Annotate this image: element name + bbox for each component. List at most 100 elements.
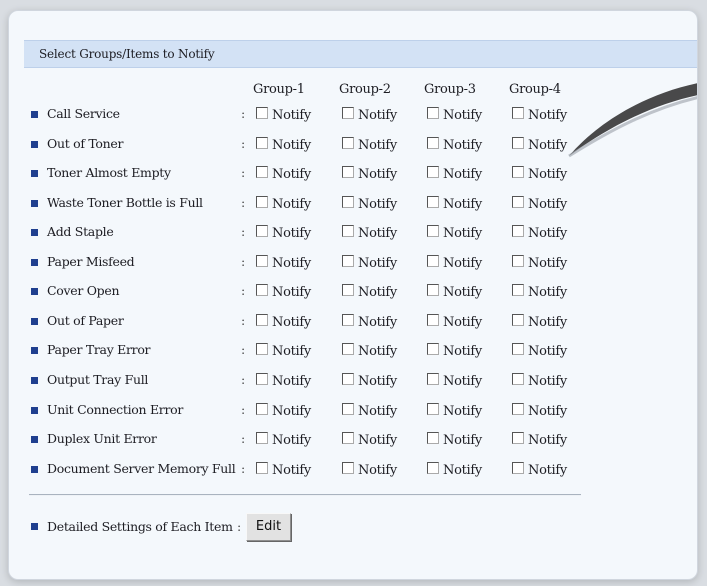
notify-checkbox-group-3[interactable]: Notify [427, 461, 482, 479]
notify-checkbox-group-3[interactable]: Notify [427, 106, 482, 124]
notify-checkbox-group-1[interactable]: Notify [256, 136, 311, 154]
checkbox-unchecked-icon[interactable] [512, 107, 524, 119]
notify-checkbox-group-2[interactable]: Notify [342, 224, 397, 242]
checkbox-unchecked-icon[interactable] [256, 432, 268, 444]
checkbox-unchecked-icon[interactable] [427, 284, 439, 296]
checkbox-unchecked-icon[interactable] [427, 196, 439, 208]
notify-checkbox-group-3[interactable]: Notify [427, 431, 482, 449]
notify-checkbox-group-2[interactable]: Notify [342, 136, 397, 154]
notify-checkbox-group-4[interactable]: Notify [512, 342, 567, 360]
notify-checkbox-group-1[interactable]: Notify [256, 372, 311, 390]
checkbox-unchecked-icon[interactable] [342, 225, 354, 237]
notify-checkbox-group-2[interactable]: Notify [342, 195, 397, 213]
checkbox-unchecked-icon[interactable] [512, 166, 524, 178]
notify-checkbox-group-1[interactable]: Notify [256, 165, 311, 183]
checkbox-unchecked-icon[interactable] [342, 432, 354, 444]
checkbox-unchecked-icon[interactable] [427, 462, 439, 474]
checkbox-unchecked-icon[interactable] [256, 166, 268, 178]
checkbox-unchecked-icon[interactable] [256, 107, 268, 119]
notify-checkbox-group-3[interactable]: Notify [427, 342, 482, 360]
checkbox-unchecked-icon[interactable] [512, 196, 524, 208]
checkbox-unchecked-icon[interactable] [512, 373, 524, 385]
notify-checkbox-group-4[interactable]: Notify [512, 402, 567, 420]
notify-checkbox-group-3[interactable]: Notify [427, 224, 482, 242]
notify-checkbox-group-1[interactable]: Notify [256, 106, 311, 124]
notify-checkbox-group-3[interactable]: Notify [427, 283, 482, 301]
notify-checkbox-group-1[interactable]: Notify [256, 461, 311, 479]
notify-checkbox-group-3[interactable]: Notify [427, 165, 482, 183]
notify-checkbox-group-1[interactable]: Notify [256, 431, 311, 449]
checkbox-unchecked-icon[interactable] [427, 225, 439, 237]
notify-checkbox-group-2[interactable]: Notify [342, 342, 397, 360]
checkbox-unchecked-icon[interactable] [342, 137, 354, 149]
notify-checkbox-group-2[interactable]: Notify [342, 283, 397, 301]
notify-checkbox-group-4[interactable]: Notify [512, 372, 567, 390]
notify-checkbox-group-2[interactable]: Notify [342, 431, 397, 449]
checkbox-unchecked-icon[interactable] [427, 343, 439, 355]
checkbox-unchecked-icon[interactable] [256, 196, 268, 208]
notify-checkbox-group-1[interactable]: Notify [256, 342, 311, 360]
notify-checkbox-group-3[interactable]: Notify [427, 136, 482, 154]
notify-checkbox-group-4[interactable]: Notify [512, 106, 567, 124]
notify-checkbox-group-1[interactable]: Notify [256, 313, 311, 331]
checkbox-unchecked-icon[interactable] [512, 343, 524, 355]
notify-checkbox-group-3[interactable]: Notify [427, 195, 482, 213]
checkbox-unchecked-icon[interactable] [256, 343, 268, 355]
checkbox-unchecked-icon[interactable] [427, 373, 439, 385]
checkbox-unchecked-icon[interactable] [512, 225, 524, 237]
checkbox-unchecked-icon[interactable] [256, 373, 268, 385]
notify-checkbox-group-1[interactable]: Notify [256, 402, 311, 420]
checkbox-unchecked-icon[interactable] [427, 403, 439, 415]
edit-button[interactable]: Edit [246, 513, 291, 541]
notify-checkbox-group-1[interactable]: Notify [256, 195, 311, 213]
notify-checkbox-group-2[interactable]: Notify [342, 106, 397, 124]
notify-checkbox-group-4[interactable]: Notify [512, 165, 567, 183]
checkbox-unchecked-icon[interactable] [427, 166, 439, 178]
notify-checkbox-group-2[interactable]: Notify [342, 254, 397, 272]
checkbox-unchecked-icon[interactable] [256, 462, 268, 474]
checkbox-unchecked-icon[interactable] [427, 432, 439, 444]
checkbox-unchecked-icon[interactable] [512, 284, 524, 296]
checkbox-unchecked-icon[interactable] [342, 462, 354, 474]
checkbox-unchecked-icon[interactable] [512, 462, 524, 474]
notify-checkbox-group-3[interactable]: Notify [427, 402, 482, 420]
checkbox-unchecked-icon[interactable] [512, 403, 524, 415]
notify-checkbox-group-1[interactable]: Notify [256, 224, 311, 242]
checkbox-unchecked-icon[interactable] [256, 137, 268, 149]
checkbox-unchecked-icon[interactable] [342, 166, 354, 178]
notify-checkbox-group-4[interactable]: Notify [512, 195, 567, 213]
notify-checkbox-group-2[interactable]: Notify [342, 313, 397, 331]
checkbox-unchecked-icon[interactable] [256, 314, 268, 326]
notify-checkbox-group-4[interactable]: Notify [512, 283, 567, 301]
checkbox-unchecked-icon[interactable] [342, 314, 354, 326]
notify-checkbox-group-2[interactable]: Notify [342, 461, 397, 479]
checkbox-unchecked-icon[interactable] [342, 343, 354, 355]
notify-checkbox-group-3[interactable]: Notify [427, 372, 482, 390]
notify-checkbox-group-2[interactable]: Notify [342, 165, 397, 183]
checkbox-unchecked-icon[interactable] [512, 314, 524, 326]
checkbox-unchecked-icon[interactable] [342, 107, 354, 119]
checkbox-unchecked-icon[interactable] [427, 314, 439, 326]
notify-checkbox-group-1[interactable]: Notify [256, 283, 311, 301]
checkbox-unchecked-icon[interactable] [342, 255, 354, 267]
notify-checkbox-group-4[interactable]: Notify [512, 313, 567, 331]
notify-checkbox-group-4[interactable]: Notify [512, 136, 567, 154]
notify-checkbox-group-2[interactable]: Notify [342, 372, 397, 390]
checkbox-unchecked-icon[interactable] [427, 137, 439, 149]
checkbox-unchecked-icon[interactable] [256, 403, 268, 415]
notify-checkbox-group-1[interactable]: Notify [256, 254, 311, 272]
checkbox-unchecked-icon[interactable] [512, 255, 524, 267]
checkbox-unchecked-icon[interactable] [427, 107, 439, 119]
notify-checkbox-group-3[interactable]: Notify [427, 313, 482, 331]
notify-checkbox-group-4[interactable]: Notify [512, 224, 567, 242]
notify-checkbox-group-4[interactable]: Notify [512, 461, 567, 479]
checkbox-unchecked-icon[interactable] [256, 255, 268, 267]
checkbox-unchecked-icon[interactable] [512, 432, 524, 444]
checkbox-unchecked-icon[interactable] [342, 373, 354, 385]
checkbox-unchecked-icon[interactable] [342, 284, 354, 296]
checkbox-unchecked-icon[interactable] [427, 255, 439, 267]
notify-checkbox-group-3[interactable]: Notify [427, 254, 482, 272]
checkbox-unchecked-icon[interactable] [342, 196, 354, 208]
checkbox-unchecked-icon[interactable] [512, 137, 524, 149]
checkbox-unchecked-icon[interactable] [256, 284, 268, 296]
